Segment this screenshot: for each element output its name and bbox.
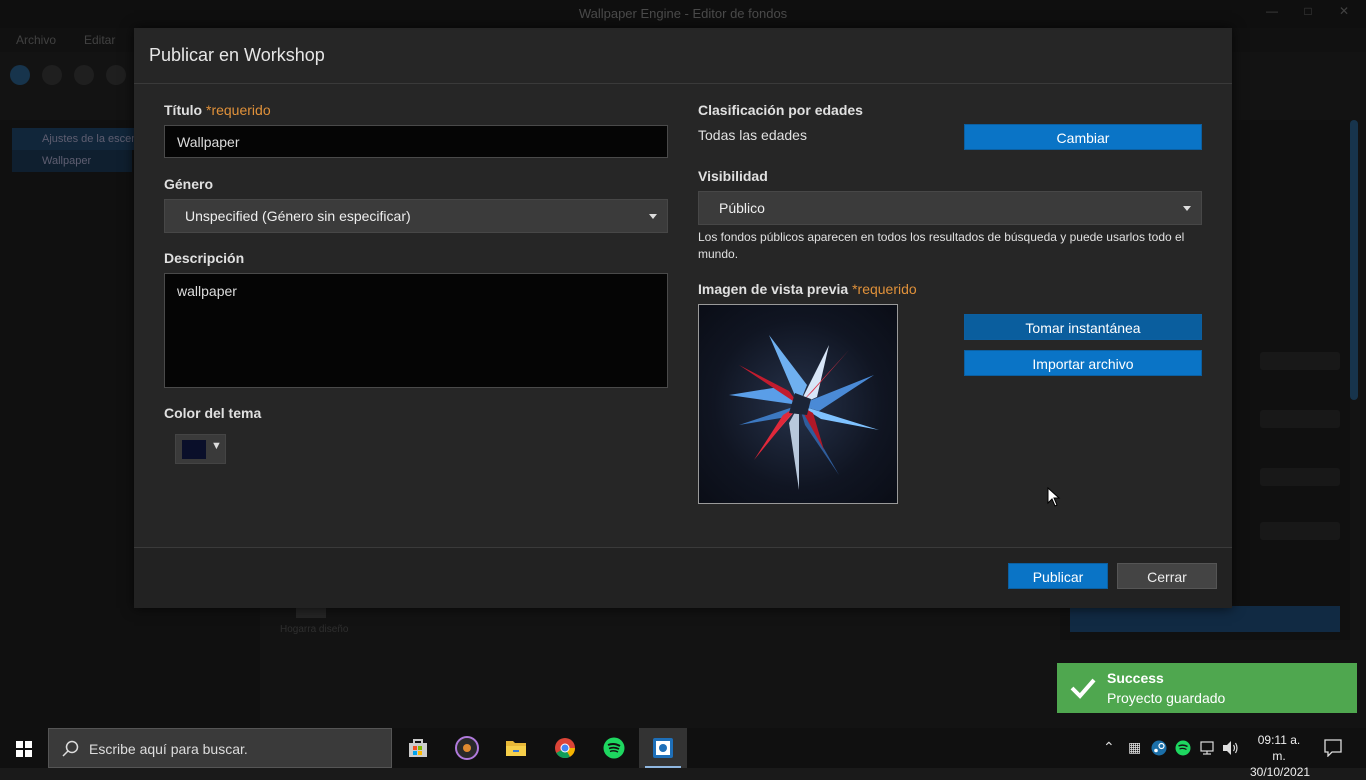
required-marker: *requerido (206, 102, 271, 118)
genre-selected-value: Unspecified (Género sin especificar) (185, 208, 411, 224)
taskbar-app-wallpaper-engine[interactable] (639, 728, 687, 768)
close-button[interactable]: Cerrar (1117, 563, 1217, 589)
take-snapshot-button[interactable]: Tomar instantánea (964, 314, 1202, 340)
chrome-icon (555, 738, 576, 759)
notification-center-icon[interactable] (1324, 739, 1342, 757)
title-input[interactable] (164, 125, 668, 158)
visibility-select[interactable]: Público (698, 191, 1202, 225)
tray-app-icon[interactable]: ▦ (1128, 739, 1141, 756)
visibility-label: Visibilidad (698, 168, 768, 184)
search-placeholder: Escribe aquí para buscar. (89, 741, 248, 757)
file-explorer-icon (506, 741, 526, 756)
checkmark-icon (1070, 678, 1096, 699)
color-swatch (182, 440, 206, 459)
description-textarea[interactable]: wallpaper (164, 273, 668, 388)
taskbar-app-store[interactable] (394, 728, 442, 768)
taskbar-app-explorer[interactable] (492, 728, 540, 768)
change-rating-button[interactable]: Cambiar (964, 124, 1202, 150)
windows-logo-icon (16, 741, 32, 757)
description-label: Descripción (164, 250, 245, 266)
mouse-cursor-icon (1047, 487, 1061, 507)
taskbar-clock[interactable]: 09:11 a. m. 30/10/2021 (1250, 732, 1311, 780)
caret-down-icon: ▼ (211, 440, 222, 452)
publish-workshop-dialog: Publicar en Workshop Título *requerido G… (134, 28, 1232, 608)
start-button[interactable] (0, 728, 48, 768)
store-icon (409, 739, 427, 757)
toast-message: Proyecto guardado (1107, 690, 1226, 706)
clock-date: 30/10/2021 (1250, 765, 1311, 779)
network-icon[interactable] (1199, 740, 1215, 756)
preview-label-text: Imagen de vista previa (698, 281, 849, 297)
theme-color-picker[interactable]: ▼ (175, 434, 226, 464)
taskbar: Escribe aquí para buscar. ⌃ ▦ 09:11 a. m… (0, 728, 1366, 779)
age-rating-value: Todas las edades (698, 127, 807, 143)
preview-label: Imagen de vista previa *requerido (698, 281, 917, 297)
divider (134, 83, 1232, 84)
media-player-icon (455, 736, 479, 760)
volume-icon[interactable] (1222, 740, 1240, 756)
dialog-title: Publicar en Workshop (149, 45, 325, 65)
genre-select[interactable]: Unspecified (Género sin especificar) (164, 199, 668, 233)
success-toast[interactable]: Success Proyecto guardado (1057, 663, 1357, 713)
preview-image[interactable] (698, 304, 898, 504)
clock-time: 09:11 a. m. (1257, 733, 1301, 763)
chevron-down-icon (649, 214, 657, 219)
description-text: wallpaper (177, 283, 237, 299)
import-file-button[interactable]: Importar archivo (964, 350, 1202, 376)
age-rating-label: Clasificación por edades (698, 102, 863, 118)
toast-title: Success (1107, 670, 1164, 686)
search-icon (62, 740, 79, 757)
taskbar-app-spotify[interactable] (590, 728, 638, 768)
title-label-text: Título (164, 102, 203, 118)
taskbar-app-chrome[interactable] (541, 728, 589, 768)
theme-color-label: Color del tema (164, 405, 262, 421)
spotify-icon (603, 737, 625, 759)
visibility-hint: Los fondos públicos aparecen en todos lo… (698, 230, 1185, 261)
chevron-down-icon (1183, 206, 1191, 211)
wallpaper-engine-icon (653, 738, 673, 758)
genre-label: Género (164, 176, 214, 192)
spotify-tray-icon[interactable] (1175, 740, 1191, 756)
required-marker: *requerido (852, 281, 917, 297)
taskbar-app-media[interactable] (443, 728, 491, 768)
crystal-artwork-icon (729, 335, 879, 490)
title-label: Título *requerido (164, 102, 271, 118)
taskbar-search-box[interactable]: Escribe aquí para buscar. (48, 728, 392, 768)
publish-button[interactable]: Publicar (1008, 563, 1108, 589)
visibility-selected-value: Público (719, 200, 765, 216)
chevron-up-icon[interactable]: ⌃ (1103, 739, 1115, 756)
steam-icon[interactable] (1151, 740, 1167, 756)
dialog-footer: Publicar Cerrar (134, 548, 1232, 608)
